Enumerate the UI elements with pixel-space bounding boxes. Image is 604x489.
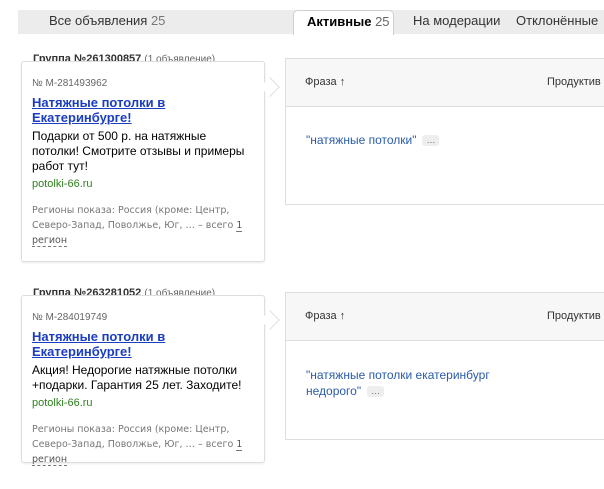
- ad-regions-text: Регионы показа: Россия (кроме: Центр, Се…: [32, 205, 234, 231]
- more-button[interactable]: …: [422, 135, 440, 147]
- phrases-table-header: Фраза ↑ Продуктив: [286, 293, 604, 341]
- tab-moderation-label: На модерации: [413, 13, 501, 28]
- tab-active[interactable]: Активные 25: [293, 10, 394, 35]
- phrase-column-sort[interactable]: Фраза ↑: [305, 310, 345, 322]
- tab-all-ads-count: 25: [150, 13, 166, 28]
- ad-text: Подарки от 500 р. на натяжные потолки! С…: [32, 129, 245, 173]
- ad-number: № M-284019749: [32, 312, 108, 323]
- ad-title-link[interactable]: Натяжные потолки в Екатеринбурге!: [32, 329, 172, 359]
- phrase-text[interactable]: "натяжные потолки": [306, 133, 416, 147]
- phrases-table-header: Фраза ↑ Продуктив: [286, 59, 604, 107]
- ad-title-link[interactable]: Натяжные потолки в Екатеринбурге!: [32, 95, 172, 125]
- ad-regions: Регионы показа: Россия (кроме: Центр, Се…: [32, 422, 254, 467]
- ad-text: Акция! Недорогие натяжные потолки +подар…: [32, 363, 242, 392]
- ad-card: № M-284019749 Натяжные потолки в Екатери…: [21, 295, 265, 466]
- tab-active-count: 25: [375, 14, 390, 29]
- ad-number: № M-281493962: [32, 78, 108, 89]
- ad-domain: potolki-66.ru: [32, 178, 93, 190]
- ad-card: № M-281493962 Натяжные потолки в Екатери…: [21, 61, 265, 262]
- tab-all-ads[interactable]: Все объявления 25: [49, 13, 165, 28]
- phrase-row: "натяжные потолки" …: [306, 132, 516, 148]
- ad-domain: potolki-66.ru: [32, 397, 93, 409]
- more-button[interactable]: …: [367, 386, 385, 398]
- tab-all-ads-label: Все объявления: [49, 13, 148, 28]
- status-tabs: Все объявления 25 Активные 25 На модерац…: [0, 0, 604, 40]
- phrases-panel: Фраза ↑ Продуктив "натяжные потолки екат…: [285, 292, 604, 440]
- phrase-row: "натяжные потолки екатеринбург недорого"…: [306, 367, 516, 399]
- phrase-column-sort[interactable]: Фраза ↑: [305, 76, 345, 88]
- phrase-text[interactable]: "натяжные потолки екатеринбург недорого": [306, 368, 490, 398]
- tab-active-label: Активные: [307, 14, 372, 29]
- tab-rejected-label: Отклонённые: [516, 13, 599, 28]
- tab-moderation[interactable]: На модерации: [413, 13, 500, 28]
- ad-regions-text: Регионы показа: Россия (кроме: Центр, Се…: [32, 424, 234, 450]
- productivity-column-header: Продуктив: [547, 310, 601, 322]
- tab-rejected[interactable]: Отклонённые: [516, 13, 598, 28]
- phrases-panel: Фраза ↑ Продуктив "натяжные потолки" …: [285, 58, 604, 205]
- productivity-column-header: Продуктив: [547, 76, 601, 88]
- ad-regions: Регионы показа: Россия (кроме: Центр, Се…: [32, 203, 254, 248]
